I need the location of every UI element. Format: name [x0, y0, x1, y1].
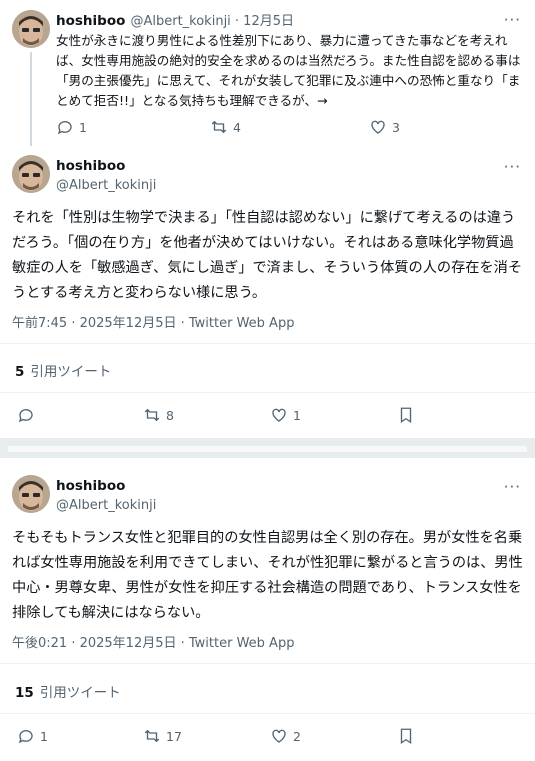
heart-icon — [272, 729, 286, 743]
display-name[interactable]: hoshiboo — [56, 478, 125, 494]
more-options-icon[interactable]: ··· — [504, 480, 521, 495]
reply-icon — [18, 409, 33, 423]
retweet-button[interactable]: 8 — [143, 406, 174, 424]
reply-count: 1 — [79, 119, 87, 135]
retweet-button[interactable]: 4 — [210, 118, 241, 136]
reply-icon — [57, 121, 72, 135]
handle[interactable]: @Albert_kokinji — [56, 498, 156, 513]
handle-date[interactable]: @Albert_kokinji · 12月5日 — [130, 14, 294, 29]
tweet-text: 女性が永きに渡り男性による性差別下にあり、暴力に遭ってきた事などを考えれば、女性… — [56, 33, 521, 108]
tweet-meta[interactable]: 午後0:21 · 2025年12月5日 · Twitter Web App — [12, 632, 294, 651]
tweet-text: それを「性別は生物学で決まる」「性自認は認めない」に繋げて考えるのは違うだろう。… — [12, 210, 523, 301]
reply-button[interactable]: 1 — [17, 727, 48, 745]
display-name[interactable]: hoshiboo — [56, 158, 125, 174]
like-button[interactable]: 3 — [369, 118, 400, 136]
quote-tweets-link[interactable]: 15 引用ツイート — [15, 681, 121, 701]
quote-count: 15 — [15, 685, 34, 701]
divider — [0, 343, 535, 344]
more-options-icon[interactable]: ··· — [504, 13, 521, 28]
avatar[interactable] — [12, 155, 50, 193]
retweet-count: 8 — [166, 407, 174, 423]
reply-icon — [18, 730, 33, 744]
divider — [0, 663, 535, 664]
bookmark-icon — [400, 407, 412, 424]
bookmark-icon — [400, 728, 412, 745]
bookmark-button[interactable] — [397, 406, 415, 424]
avatar[interactable] — [12, 10, 50, 48]
retweet-icon — [211, 120, 227, 134]
tweet-header: hoshiboo @Albert_kokinji · 12月5日 — [56, 10, 294, 29]
like-count: 2 — [293, 728, 301, 744]
handle[interactable]: @Albert_kokinji — [56, 178, 156, 193]
quote-label: 引用ツイート — [30, 364, 112, 380]
retweet-icon — [144, 729, 160, 743]
retweet-icon — [144, 408, 160, 422]
like-button[interactable]: 1 — [270, 406, 301, 424]
avatar-image — [12, 475, 50, 513]
tweet-text: そもそもトランス女性と犯罪目的の女性自認男は全く別の存在。男が女性を名乗れば女性… — [12, 530, 523, 621]
quote-count: 5 — [15, 364, 25, 380]
more-options-icon[interactable]: ··· — [504, 160, 521, 175]
avatar[interactable] — [12, 475, 50, 513]
bookmark-button[interactable] — [397, 727, 415, 745]
reply-count: 1 — [40, 728, 48, 744]
retweet-count: 17 — [166, 728, 182, 744]
display-name[interactable]: hoshiboo — [56, 13, 125, 29]
heart-icon — [371, 120, 385, 134]
like-count: 3 — [392, 119, 400, 135]
like-count: 1 — [293, 407, 301, 423]
retweet-button[interactable]: 17 — [143, 727, 182, 745]
heart-icon — [272, 408, 286, 422]
tweet-meta[interactable]: 午前7:45 · 2025年12月5日 · Twitter Web App — [12, 312, 294, 331]
quote-label: 引用ツイート — [39, 685, 121, 701]
reply-button[interactable]: 1 — [56, 118, 87, 136]
retweet-count: 4 — [233, 119, 241, 135]
avatar-image — [12, 155, 50, 193]
like-button[interactable]: 2 — [270, 727, 301, 745]
divider — [0, 713, 535, 714]
thread-separator-inner — [8, 446, 527, 452]
divider — [0, 392, 535, 393]
thread-connector — [30, 52, 32, 146]
quote-tweets-link[interactable]: 5 引用ツイート — [15, 360, 111, 380]
reply-button[interactable] — [17, 406, 40, 424]
avatar-image — [12, 10, 50, 48]
